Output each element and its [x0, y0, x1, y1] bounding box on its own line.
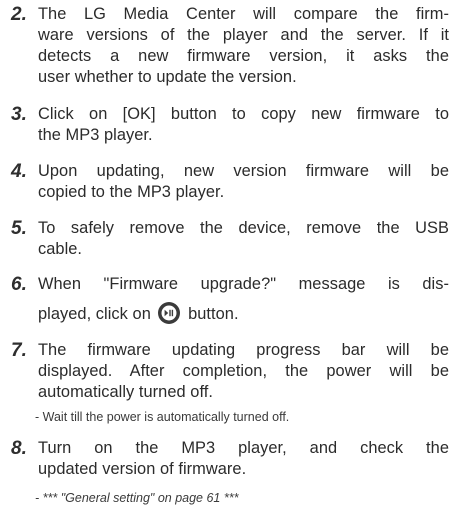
step-text: The firmware updating progress bar will … [38, 340, 449, 403]
step-text: Upon updating, new version firmware will… [38, 161, 449, 203]
step-text-line: Upon updating, new version firmware will… [38, 162, 449, 180]
step-text: The LG Media Center will compare the fir… [38, 4, 449, 88]
step-text-line: detects a new firmware version, it asks … [38, 47, 449, 65]
step-text-line-with-icon: played, click on button. [38, 302, 449, 326]
step-number: 5. [11, 218, 27, 239]
step-text-line: The LG Media Center will compare the fir… [38, 5, 449, 23]
step-text-fragment: played, click on [38, 305, 151, 323]
step-text-fragment: button. [188, 305, 239, 323]
step-text-line: Click on [OK] button to copy new firmwar… [38, 105, 449, 123]
step-text-line: To safely remove the device, remove the … [38, 219, 449, 237]
page-reference-note: - *** "General setting" on page 61 *** [35, 491, 239, 505]
step-number: 7. [11, 340, 27, 361]
step-text-line: updated version of firmware. [38, 460, 247, 478]
step-number: 2. [11, 4, 27, 25]
step-number: 4. [11, 161, 27, 182]
step-number: 8. [11, 438, 27, 459]
step-number: 3. [11, 104, 27, 125]
step-text-line: user whether to update the version. [38, 68, 297, 86]
play-pause-button-icon [158, 302, 181, 324]
step-text: When "Firmware upgrade?" message is dis-… [38, 274, 449, 326]
step-text-line: When "Firmware upgrade?" message is dis- [38, 275, 449, 293]
manual-page: 2. The LG Media Center will compare the … [0, 0, 457, 509]
step-text-line: The firmware updating progress bar will … [38, 341, 449, 359]
step-text-line: copied to the MP3 player. [38, 183, 225, 201]
step-text-line: Turn on the MP3 player, and check the [38, 439, 449, 457]
step-text-line: automatically turned off. [38, 383, 213, 401]
step-number: 6. [11, 274, 27, 295]
step-text-line: ware versions of the player and the serv… [38, 26, 449, 44]
step-text-line: cable. [38, 240, 83, 258]
step-text-line: the MP3 player. [38, 126, 153, 144]
step-text: Click on [OK] button to copy new firmwar… [38, 104, 449, 146]
step-note: - Wait till the power is automatically t… [35, 410, 290, 424]
step-text: Turn on the MP3 player, and check the up… [38, 438, 449, 480]
step-text-line: displayed. After completion, the power w… [38, 362, 449, 380]
step-text: To safely remove the device, remove the … [38, 218, 449, 260]
